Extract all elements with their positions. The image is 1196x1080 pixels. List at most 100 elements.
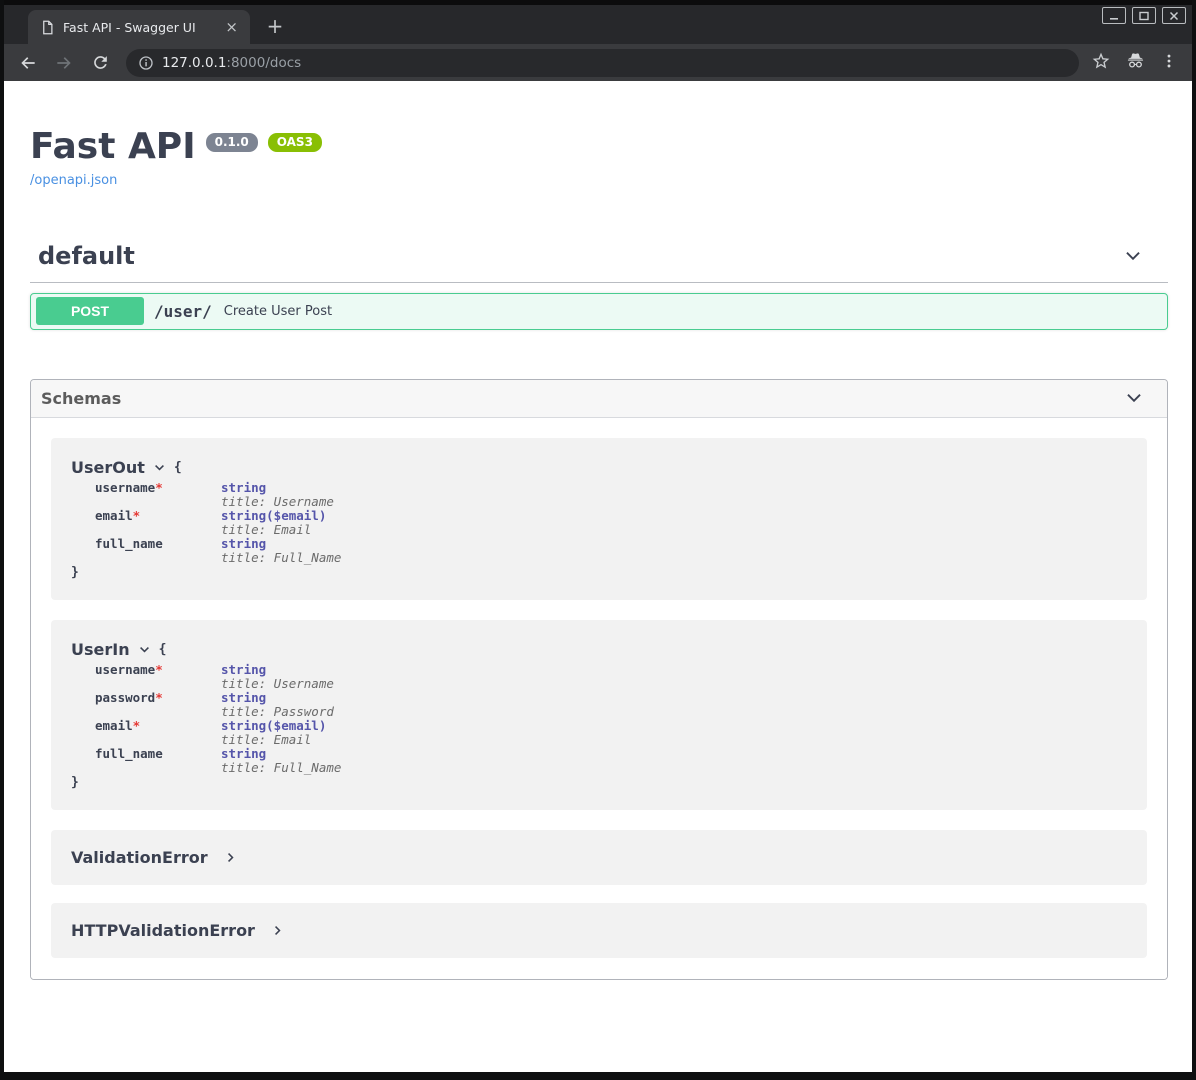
model-httpvalidationerror[interactable]: HTTPValidationError: [51, 903, 1147, 958]
model-name: ValidationError: [71, 848, 208, 867]
prop-name: full_name: [95, 536, 163, 551]
prop-name: username: [95, 480, 155, 495]
browser-tab[interactable]: Fast API - Swagger UI ×: [28, 10, 250, 44]
method-badge[interactable]: POST: [36, 297, 144, 325]
browser-titlebar: Fast API - Swagger UI × +: [4, 0, 1192, 44]
swagger-page: Fast API 0.1.0 OAS3 /openapi.json defaul…: [4, 81, 1192, 1072]
chevron-down-icon[interactable]: [1123, 387, 1145, 409]
tab-close-icon[interactable]: ×: [221, 18, 242, 37]
schemas-header[interactable]: Schemas: [31, 380, 1167, 418]
model-name: UserIn: [71, 640, 130, 659]
endpoint-path: /user/: [154, 302, 212, 321]
chevron-down-icon[interactable]: [153, 461, 166, 474]
model-name: UserOut: [71, 458, 145, 477]
chevron-right-icon[interactable]: [271, 924, 284, 937]
bookmark-star-icon: [1091, 51, 1111, 71]
tag-section-default: default POST /user/ Create User Post: [30, 242, 1168, 330]
open-brace: {: [174, 460, 182, 475]
tag-name: default: [38, 242, 135, 270]
version-badge: 0.1.0: [206, 133, 258, 152]
prop-attr: title: Password: [221, 705, 334, 719]
required-star: *: [155, 480, 163, 495]
address-bar[interactable]: 127.0.0.1:8000/docs: [126, 49, 1079, 77]
info-icon[interactable]: [138, 55, 154, 71]
url-host: 127.0.0.1: [162, 55, 226, 71]
page-favicon-document-icon: [40, 20, 55, 35]
toolbar-right-icons: [1091, 50, 1182, 75]
tab-title: Fast API - Swagger UI: [63, 20, 221, 35]
new-tab-button[interactable]: +: [262, 13, 288, 39]
prop-name: password: [95, 690, 155, 705]
reload-button[interactable]: [86, 49, 114, 77]
property-row: username* stringtitle: Username: [71, 481, 1127, 509]
back-icon: [18, 53, 38, 73]
minimize-icon: [1108, 10, 1120, 22]
prop-name: email: [95, 718, 133, 733]
prop-attr: title: Username: [221, 495, 334, 509]
prop-attr: title: Full_Name: [221, 551, 341, 565]
incognito-icon: [1125, 50, 1146, 71]
forward-button[interactable]: [50, 49, 78, 77]
window-close-button[interactable]: [1162, 7, 1186, 24]
browser-menu-button[interactable]: [1160, 52, 1178, 74]
property-row: email* string($email)title: Email: [71, 719, 1127, 747]
back-button[interactable]: [14, 49, 42, 77]
endpoint-post-user[interactable]: POST /user/ Create User Post: [30, 293, 1168, 330]
incognito-button[interactable]: [1125, 50, 1146, 75]
chevron-down-icon[interactable]: [1122, 245, 1144, 267]
prop-attr: title: Email: [221, 733, 326, 747]
window-maximize-button[interactable]: [1132, 7, 1156, 24]
prop-attr: title: Full_Name: [221, 761, 341, 775]
prop-name: email: [95, 508, 133, 523]
endpoint-summary: Create User Post: [224, 304, 332, 319]
required-star: *: [133, 718, 141, 733]
forward-icon: [54, 53, 74, 73]
bookmark-star-button[interactable]: [1091, 51, 1111, 75]
oas3-badge: OAS3: [268, 133, 322, 152]
tag-header[interactable]: default: [30, 242, 1168, 283]
page-title: Fast API: [30, 127, 196, 167]
model-userout: UserOut { username* stringtitle: Usernam…: [51, 438, 1147, 600]
url-text[interactable]: 127.0.0.1:8000/docs: [162, 55, 301, 71]
menu-dots-icon: [1160, 52, 1178, 70]
prop-type: string($email): [221, 719, 326, 733]
browser-toolbar: 127.0.0.1:8000/docs: [4, 44, 1192, 81]
property-row: username* stringtitle: Username: [71, 663, 1127, 691]
schemas-body: UserOut { username* stringtitle: Usernam…: [31, 418, 1167, 979]
window-controls: [1102, 7, 1186, 24]
browser-window: Fast API - Swagger UI × +: [0, 0, 1196, 1080]
required-star: *: [155, 690, 163, 705]
required-star: *: [133, 508, 141, 523]
model-userin: UserIn { username* stringtitle: Username…: [51, 620, 1147, 810]
prop-type: string: [221, 691, 334, 705]
close-icon: [1168, 10, 1180, 22]
open-brace: {: [159, 642, 167, 657]
prop-type: string: [221, 663, 334, 677]
prop-attr: title: Username: [221, 677, 334, 691]
property-row: full_name stringtitle: Full_Name: [71, 537, 1127, 565]
required-star: *: [155, 662, 163, 677]
prop-type: string: [221, 747, 341, 761]
model-userout-toggle[interactable]: UserOut {: [71, 458, 1127, 477]
schemas-section: Schemas UserOut { username*: [30, 379, 1168, 980]
prop-name: username: [95, 662, 155, 677]
reload-icon: [91, 53, 110, 72]
property-row: full_name stringtitle: Full_Name: [71, 747, 1127, 775]
model-validationerror[interactable]: ValidationError: [51, 830, 1147, 885]
prop-attr: title: Email: [221, 523, 326, 537]
prop-type: string($email): [221, 509, 326, 523]
property-row: email* string($email)title: Email: [71, 509, 1127, 537]
url-path: :8000/docs: [226, 55, 301, 71]
api-info: Fast API 0.1.0 OAS3 /openapi.json: [30, 127, 1168, 188]
chevron-right-icon[interactable]: [224, 851, 237, 864]
chevron-down-icon[interactable]: [138, 643, 151, 656]
prop-type: string: [221, 481, 334, 495]
model-userin-toggle[interactable]: UserIn {: [71, 640, 1127, 659]
close-brace: }: [71, 565, 1127, 580]
window-minimize-button[interactable]: [1102, 7, 1126, 24]
maximize-icon: [1138, 10, 1150, 22]
close-brace: }: [71, 775, 1127, 790]
schemas-title: Schemas: [41, 389, 121, 408]
property-row: password* stringtitle: Password: [71, 691, 1127, 719]
openapi-spec-link[interactable]: /openapi.json: [30, 173, 117, 188]
